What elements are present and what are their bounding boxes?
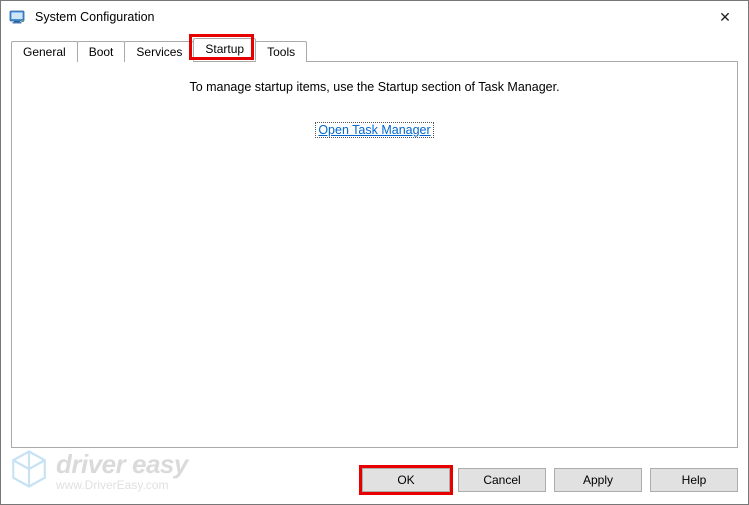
tab-tools[interactable]: Tools [255, 41, 307, 62]
startup-info-text: To manage startup items, use the Startup… [12, 80, 737, 94]
system-configuration-window: System Configuration ✕ General Boot Serv… [0, 0, 749, 505]
tab-services[interactable]: Services [124, 41, 194, 62]
cancel-button[interactable]: Cancel [458, 468, 546, 492]
ok-button[interactable]: OK [362, 468, 450, 492]
app-icon [9, 8, 27, 26]
tab-general[interactable]: General [11, 41, 78, 62]
tab-boot[interactable]: Boot [77, 41, 126, 62]
dialog-button-row: OK Cancel Apply Help [1, 458, 748, 504]
content-area: General Boot Services Startup Tools To m… [1, 33, 748, 458]
open-task-manager-link[interactable]: Open Task Manager [315, 122, 433, 138]
window-title: System Configuration [35, 10, 702, 24]
apply-button[interactable]: Apply [554, 468, 642, 492]
tab-panel-startup: To manage startup items, use the Startup… [11, 61, 738, 448]
help-button[interactable]: Help [650, 468, 738, 492]
titlebar: System Configuration ✕ [1, 1, 748, 33]
tab-row: General Boot Services Startup Tools [11, 39, 738, 61]
close-button[interactable]: ✕ [702, 1, 748, 33]
tab-startup[interactable]: Startup [193, 38, 256, 61]
